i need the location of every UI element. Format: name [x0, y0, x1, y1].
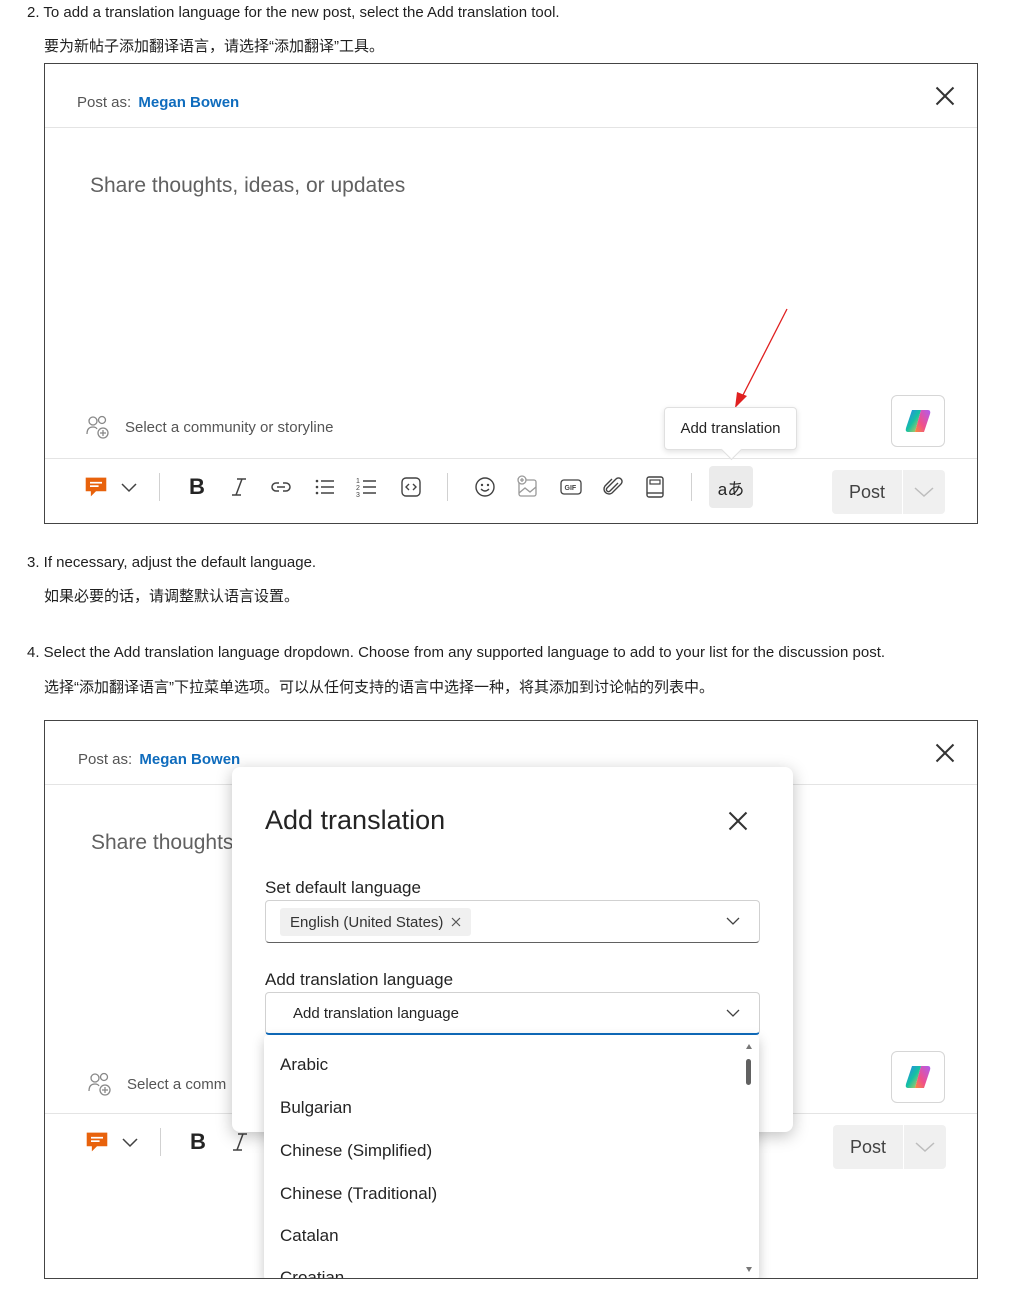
language-listbox: Arabic Bulgarian Chinese (Simplified) Ch… — [264, 1035, 759, 1278]
post-button[interactable]: Post — [833, 1125, 946, 1169]
chevron-down-icon[interactable] — [904, 1140, 946, 1154]
step-4-text: 4. Select the Add translation language d… — [27, 644, 886, 661]
dialog-title: Add translation — [265, 805, 446, 835]
composer-screenshot-2: Post as: Megan Bowen Share thoughts Sele… — [44, 720, 978, 1279]
svg-text:1: 1 — [356, 478, 360, 485]
community-selector[interactable]: Select a comm — [87, 1071, 226, 1097]
bold-icon[interactable]: B — [184, 1128, 212, 1156]
translate-glyph: aあ — [717, 479, 745, 499]
close-icon[interactable] — [728, 811, 748, 831]
link-icon[interactable] — [267, 473, 295, 501]
attach-icon[interactable] — [599, 473, 627, 501]
divider — [691, 473, 692, 501]
default-language-label: Set default language — [265, 878, 421, 897]
post-as-name[interactable]: Megan Bowen — [139, 751, 240, 768]
language-option[interactable]: Croatian — [280, 1268, 344, 1278]
language-option[interactable]: Arabic — [280, 1055, 328, 1075]
svg-text:GIF: GIF — [565, 485, 577, 492]
divider — [447, 473, 448, 501]
copilot-icon — [905, 1066, 931, 1088]
default-language-combobox[interactable]: English (United States) — [265, 900, 760, 943]
language-option[interactable]: Chinese (Simplified) — [280, 1141, 432, 1161]
gif-icon[interactable]: GIF — [557, 473, 585, 501]
praise-icon[interactable] — [81, 473, 111, 501]
add-translation-tooltip: Add translation — [664, 407, 797, 450]
post-body-input[interactable]: Share thoughts, ideas, or updates — [90, 174, 405, 198]
code-icon[interactable] — [397, 473, 425, 501]
post-label: Post — [849, 1136, 887, 1157]
remove-icon[interactable] — [451, 917, 461, 927]
post-as-label: Post as: — [78, 751, 133, 768]
bold-icon[interactable]: B — [183, 473, 211, 501]
community-icon — [88, 1072, 111, 1096]
post-as-label: Post as: — [77, 94, 132, 111]
step-3-text: 3. If necessary, adjust the default lang… — [27, 554, 317, 571]
post-button[interactable]: Post — [832, 470, 945, 514]
annotation-arrow — [735, 308, 788, 408]
divider — [160, 1128, 161, 1156]
community-selector[interactable]: Select a community or storyline — [85, 414, 333, 440]
chevron-down-icon[interactable] — [725, 915, 741, 927]
tooltip-label: Add translation — [680, 420, 781, 437]
language-option[interactable]: Bulgarian — [280, 1098, 352, 1118]
close-icon[interactable] — [935, 743, 955, 763]
copilot-button[interactable] — [891, 395, 945, 447]
composer-screenshot-1: Post as: Megan Bowen Share thoughts, ide… — [44, 63, 978, 524]
divider — [45, 127, 977, 128]
close-icon[interactable] — [935, 86, 955, 106]
default-language-chip: English (United States) — [280, 908, 472, 936]
chevron-down-icon[interactable] — [903, 485, 945, 499]
copilot-button[interactable] — [891, 1051, 945, 1103]
copilot-icon — [905, 410, 931, 432]
community-icon — [86, 415, 109, 439]
bullet-list-icon[interactable] — [311, 473, 339, 501]
language-option[interactable]: Chinese (Traditional) — [280, 1184, 437, 1204]
image-icon[interactable] — [513, 473, 541, 501]
step-3-text-cn: 如果必要的话，请调整默认语言设置。 — [44, 588, 300, 605]
praise-icon[interactable] — [82, 1128, 112, 1156]
italic-icon[interactable] — [226, 1128, 254, 1156]
community-placeholder: Select a comm — [127, 1075, 227, 1093]
community-placeholder: Select a community or storyline — [125, 418, 334, 436]
translate-icon[interactable]: aあ — [709, 466, 753, 508]
translation-language-placeholder: Add translation language — [293, 1005, 459, 1022]
chevron-down-icon[interactable] — [725, 1007, 741, 1019]
default-language-value: English (United States) — [290, 913, 444, 931]
step-2-text-cn: 要为新帖子添加翻译语言，请选择“添加翻译”工具。 — [44, 38, 384, 55]
post-body-input[interactable]: Share thoughts — [91, 831, 233, 855]
post-as-name[interactable]: Megan Bowen — [138, 94, 239, 111]
step-4-text-cn: 选择“添加翻译语言”下拉菜单选项。可以从任何支持的语言中选择一种，将其添加到讨论… — [44, 679, 714, 696]
divider — [159, 473, 160, 501]
language-option[interactable]: Catalan — [280, 1226, 339, 1246]
chevron-down-icon[interactable] — [115, 473, 143, 501]
step-2-text: 2. To add a translation language for the… — [27, 4, 560, 21]
svg-text:2: 2 — [356, 485, 360, 492]
post-as: Post as: Megan Bowen — [77, 94, 239, 111]
scrollbar-thumb[interactable] — [746, 1059, 751, 1085]
translation-language-label: Add translation language — [265, 970, 454, 989]
post-as: Post as: Megan Bowen — [78, 751, 240, 768]
italic-icon[interactable] — [225, 473, 253, 501]
post-label: Post — [848, 481, 886, 502]
chevron-down-icon[interactable] — [116, 1128, 144, 1156]
svg-text:3: 3 — [356, 492, 360, 499]
emoji-icon[interactable] — [471, 473, 499, 501]
translation-language-dropdown[interactable]: Add translation language — [265, 992, 760, 1035]
numbered-list-icon[interactable]: 123 — [353, 473, 381, 501]
notebook-icon[interactable] — [641, 473, 669, 501]
